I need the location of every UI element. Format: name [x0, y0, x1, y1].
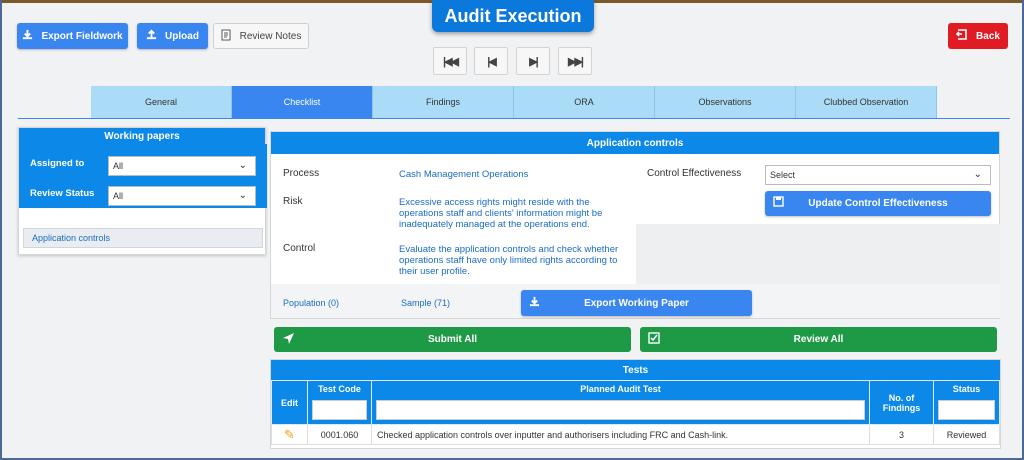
- chevron-down-icon: ⌄: [238, 190, 247, 201]
- findings-cell: 3: [869, 424, 934, 445]
- tab-ora[interactable]: ORA: [514, 86, 655, 118]
- download-icon: [22, 29, 33, 43]
- status-filter-input[interactable]: [938, 400, 995, 420]
- next-record-button[interactable]: ▶|: [516, 47, 550, 75]
- review-all-button[interactable]: Review All: [640, 327, 997, 352]
- download-icon: [529, 296, 540, 310]
- send-icon: [282, 332, 295, 348]
- column-no-of-findings: No. of Findings: [869, 380, 934, 425]
- first-record-button[interactable]: |◀◀: [433, 47, 467, 75]
- first-icon: |◀◀: [443, 55, 459, 68]
- table-row: ✎ 0001.060 Checked application controls …: [271, 424, 1000, 445]
- assigned-to-select[interactable]: All ⌄: [108, 156, 256, 176]
- tab-bar: General Checklist Findings ORA Observati…: [91, 86, 937, 118]
- review-status-label: Review Status: [30, 188, 95, 199]
- population-link[interactable]: Population (0): [283, 298, 339, 308]
- working-papers-panel: Working papers Assigned to All ⌄ Review …: [18, 127, 267, 255]
- filters-area: Assigned to All ⌄ Review Status All ⌄: [19, 144, 267, 208]
- planned-audit-test-cell: Checked application controls over inputt…: [371, 424, 870, 445]
- checkbox-icon: [648, 332, 660, 347]
- tab-checklist[interactable]: Checklist: [232, 86, 373, 118]
- tab-underline: [18, 118, 1010, 119]
- sample-link[interactable]: Sample (71): [401, 298, 450, 308]
- update-control-effectiveness-button[interactable]: Update Control Effectiveness: [765, 191, 991, 216]
- last-icon: ▶▶|: [568, 55, 584, 68]
- column-edit: Edit: [271, 380, 308, 425]
- previous-icon: |◀: [487, 55, 496, 68]
- chevron-down-icon: ⌄: [973, 169, 982, 180]
- risk-label: Risk: [283, 196, 303, 207]
- planned-audit-test-filter-input[interactable]: [376, 400, 865, 420]
- application-controls-title: Application controls: [271, 132, 999, 154]
- column-planned-audit-test: Planned Audit Test: [371, 380, 870, 425]
- working-paper-item-application-controls[interactable]: Application controls: [23, 228, 263, 248]
- tests-table: Edit Test Code Planned Audit Test No. of…: [271, 380, 1000, 445]
- column-test-code: Test Code: [307, 380, 372, 425]
- last-record-button[interactable]: ▶▶|: [558, 47, 592, 75]
- test-code-cell: 0001.060: [307, 424, 372, 445]
- process-value: Cash Management Operations: [399, 169, 529, 180]
- tab-general[interactable]: General: [91, 86, 232, 118]
- review-notes-button[interactable]: Review Notes: [213, 23, 309, 49]
- edit-cell[interactable]: ✎: [271, 424, 308, 445]
- tests-panel: Tests Edit Test Code Planned Audit Test …: [270, 359, 1001, 449]
- assigned-to-label: Assigned to: [30, 158, 85, 169]
- process-label: Process: [283, 168, 320, 179]
- upload-icon: [146, 29, 157, 43]
- tab-clubbed-observation[interactable]: Clubbed Observation: [796, 86, 937, 118]
- tab-findings[interactable]: Findings: [373, 86, 514, 118]
- previous-record-button[interactable]: |◀: [474, 47, 508, 75]
- export-fieldwork-button[interactable]: Export Fieldwork: [17, 23, 128, 49]
- export-working-paper-button[interactable]: Export Working Paper: [521, 290, 752, 316]
- save-icon: [773, 196, 784, 210]
- risk-value: Excessive access rights might reside wit…: [399, 197, 603, 230]
- status-cell: Reviewed: [933, 424, 1000, 445]
- control-effectiveness-label: Control Effectiveness: [647, 168, 742, 179]
- tests-title: Tests: [271, 360, 1000, 380]
- submit-all-button[interactable]: Submit All: [274, 327, 631, 352]
- review-status-select[interactable]: All ⌄: [108, 186, 256, 206]
- application-controls-panel: Application controls Process Cash Manage…: [270, 131, 1000, 319]
- working-papers-title: Working papers: [19, 128, 265, 144]
- control-value: Evaluate the application controls and ch…: [399, 244, 619, 277]
- back-button[interactable]: Back: [948, 23, 1008, 49]
- control-label: Control: [283, 243, 316, 254]
- test-code-filter-input[interactable]: [312, 400, 367, 420]
- notes-icon: [221, 29, 232, 44]
- control-effectiveness-select[interactable]: Select ⌄: [765, 165, 991, 185]
- page-title: Audit Execution: [432, 0, 594, 32]
- column-status: Status: [933, 380, 1000, 425]
- pencil-icon[interactable]: ✎: [284, 427, 295, 442]
- panel-background: [636, 224, 1000, 284]
- chevron-down-icon: ⌄: [238, 160, 247, 171]
- tab-observations[interactable]: Observations: [655, 86, 796, 118]
- back-icon: [955, 29, 968, 43]
- upload-button[interactable]: Upload: [137, 23, 208, 49]
- next-icon: ▶|: [529, 55, 538, 68]
